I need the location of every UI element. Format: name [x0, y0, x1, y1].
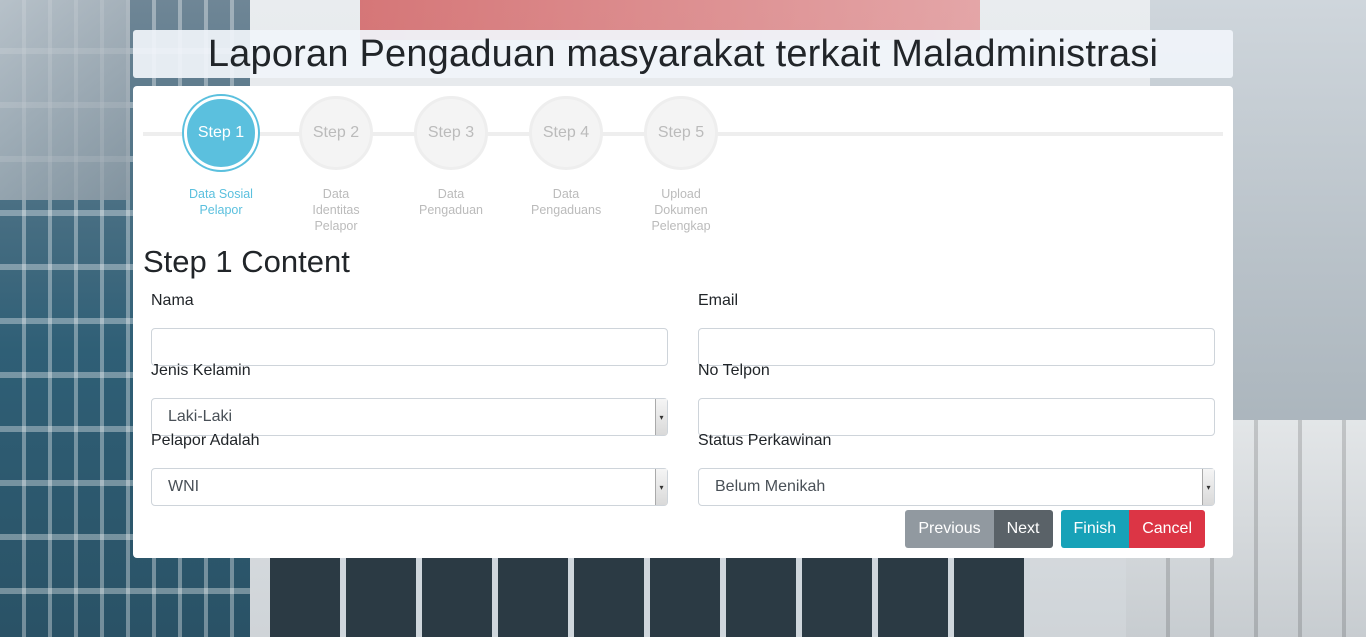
email-field: Email [698, 292, 1215, 366]
email-input[interactable] [698, 328, 1215, 366]
dropdown-arrow-icon[interactable]: ▾ [655, 469, 667, 505]
finish-button[interactable]: Finish [1060, 510, 1130, 548]
pelapor-adalah-field: Pelapor Adalah WNI ▾ [151, 432, 668, 506]
step-2[interactable]: Step 2 Data Identitas Pelapor [281, 96, 391, 234]
cancel-button[interactable]: Cancel [1129, 510, 1205, 548]
dropdown-arrow-icon[interactable]: ▾ [1202, 469, 1214, 505]
step-5[interactable]: Step 5 Upload Dokumen Pelengkap [626, 96, 736, 234]
no-telpon-label: No Telpon [698, 362, 770, 379]
step-2-circle[interactable]: Step 2 [299, 96, 373, 170]
nama-label: Nama [151, 292, 194, 309]
wizard-card: Step 1 Data Sosial Pelapor Step 2 Data I… [133, 86, 1233, 558]
step-5-label: Upload Dokumen Pelengkap [651, 187, 711, 233]
nav-button-group: Previous Next [905, 510, 1053, 548]
status-perkawinan-select[interactable]: Belum Menikah ▾ [698, 468, 1215, 506]
jenis-kelamin-value: Laki-Laki [168, 408, 233, 425]
status-perkawinan-field: Status Perkawinan Belum Menikah ▾ [698, 432, 1215, 506]
step-4-label: Data Pengaduans [531, 187, 602, 217]
step-1-label: Data Sosial Pelapor [189, 187, 253, 217]
page-title: Laporan Pengaduan masyarakat terkait Mal… [207, 32, 1159, 75]
status-perkawinan-label: Status Perkawinan [698, 432, 832, 449]
step-3-circle[interactable]: Step 3 [414, 96, 488, 170]
dropdown-arrow-icon[interactable]: ▾ [655, 399, 667, 435]
no-telpon-input[interactable] [698, 398, 1215, 436]
wizard-toolbar: Previous Next Finish Cancel [897, 510, 1205, 548]
nama-field: Nama [151, 292, 668, 366]
pelapor-adalah-value: WNI [168, 478, 200, 495]
previous-button[interactable]: Previous [905, 510, 994, 548]
page-title-bar: Laporan Pengaduan masyarakat terkait Mal… [133, 30, 1233, 78]
nama-input[interactable] [151, 328, 668, 366]
action-button-group: Finish Cancel [1060, 510, 1205, 548]
pelapor-adalah-label: Pelapor Adalah [151, 432, 260, 449]
next-button[interactable]: Next [993, 510, 1053, 548]
email-label: Email [698, 292, 739, 309]
step-4[interactable]: Step 4 Data Pengaduans [511, 96, 621, 218]
jenis-kelamin-select[interactable]: Laki-Laki ▾ [151, 398, 668, 436]
status-perkawinan-value: Belum Menikah [715, 478, 826, 495]
step-5-circle[interactable]: Step 5 [644, 96, 718, 170]
jenis-kelamin-field: Jenis Kelamin Laki-Laki ▾ [151, 362, 668, 436]
step-3[interactable]: Step 3 Data Pengaduan [396, 96, 506, 218]
step-2-label: Data Identitas Pelapor [312, 187, 360, 233]
step-1[interactable]: Step 1 Data Sosial Pelapor [166, 96, 276, 218]
step-4-circle[interactable]: Step 4 [529, 96, 603, 170]
step-3-label: Data Pengaduan [419, 187, 483, 217]
step-1-circle[interactable]: Step 1 [184, 96, 258, 170]
jenis-kelamin-label: Jenis Kelamin [151, 362, 251, 379]
pelapor-adalah-select[interactable]: WNI ▾ [151, 468, 668, 506]
step-content-title: Step 1 Content [143, 244, 350, 279]
wizard-stepper: Step 1 Data Sosial Pelapor Step 2 Data I… [133, 86, 1233, 236]
no-telpon-field: No Telpon [698, 362, 1215, 436]
